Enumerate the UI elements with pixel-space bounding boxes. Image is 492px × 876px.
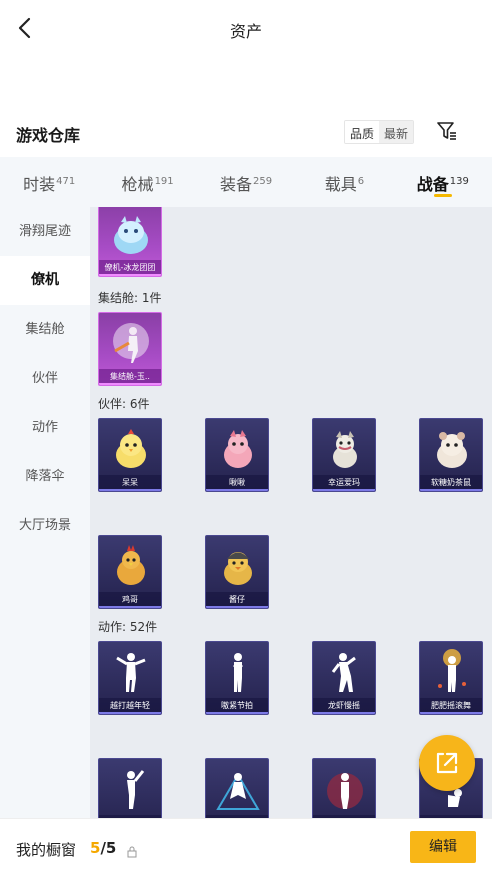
dance-pose-icon <box>216 773 260 810</box>
sidebar-item-glide-trail[interactable]: 滑翔尾迹 <box>0 207 90 256</box>
lock-icon <box>127 843 137 858</box>
showcase-bar: 我的橱窗 5/5 编辑 <box>0 818 492 876</box>
page-title: 资产 <box>229 22 262 41</box>
item-card[interactable]: 集结舱-玉.. <box>98 312 162 386</box>
tab-equipment[interactable]: 装备259 <box>197 157 295 207</box>
showcase-count: 5/5 <box>90 839 117 857</box>
active-tab-indicator <box>433 194 452 197</box>
item-card[interactable]: 啾啾 <box>205 418 269 492</box>
item-card[interactable]: 嗷紧节拍 <box>205 641 269 715</box>
tab-battle-prep[interactable]: 战备139 <box>394 157 492 207</box>
group-label-emote: 动作: 52件 <box>98 620 158 634</box>
rally-pod-icon <box>113 323 149 363</box>
item-card[interactable] <box>98 758 162 818</box>
duck-helmet-icon <box>224 552 252 585</box>
tab-fashion[interactable]: 时装471 <box>0 157 98 207</box>
item-card[interactable]: 龙虾慢摇 <box>312 641 376 715</box>
share-button[interactable] <box>419 735 475 791</box>
tab-vehicles[interactable]: 载具6 <box>295 157 393 207</box>
dance-pose-icon <box>438 649 466 692</box>
edit-button[interactable]: 编辑 <box>410 831 476 863</box>
dance-pose-icon <box>127 770 145 809</box>
item-card[interactable]: 软糖奶茶鼠 <box>419 418 483 492</box>
rooster-icon <box>117 545 145 585</box>
filter-icon[interactable] <box>434 118 460 144</box>
sidebar-item-lobby-scene[interactable]: 大厅场景 <box>0 501 90 550</box>
sidebar-item-emote[interactable]: 动作 <box>0 403 90 452</box>
item-card[interactable] <box>312 758 376 818</box>
category-tabs: 时装471 枪械191 装备259 载具6 战备139 <box>0 157 492 207</box>
sidebar: 滑翔尾迹 僚机 集结舱 伙伴 动作 降落伞 大厅场景 <box>0 207 90 818</box>
sort-toggle: 品质 最新 <box>344 120 415 144</box>
sidebar-item-parachute[interactable]: 降落伞 <box>0 452 90 501</box>
group-label-rally-pod: 集结舱: 1件 <box>98 291 162 305</box>
item-card[interactable]: 幸运爱玛 <box>312 418 376 492</box>
item-card[interactable]: 肥肥摇滚舞 <box>419 641 483 715</box>
lucky-emma-icon <box>333 431 357 468</box>
sidebar-item-companion[interactable]: 伙伴 <box>0 354 90 403</box>
item-card[interactable]: 呆呆 <box>98 418 162 492</box>
sort-quality-button[interactable]: 品质 <box>345 121 380 143</box>
item-card[interactable]: 越打越年轻 <box>98 641 162 715</box>
group-label-companion: 伙伴: 6件 <box>98 397 150 411</box>
item-card[interactable] <box>205 758 269 818</box>
sidebar-item-rally-pod[interactable]: 集结舱 <box>0 305 90 354</box>
dance-pose-icon <box>327 773 363 809</box>
share-icon <box>436 752 458 774</box>
sort-latest-button[interactable]: 最新 <box>379 121 414 143</box>
item-card[interactable]: 僚机-冰龙团团 <box>98 207 162 277</box>
ice-dragon-icon <box>114 216 148 254</box>
chick-icon <box>116 429 146 468</box>
sidebar-item-wingman[interactable]: 僚机 <box>0 256 90 305</box>
pink-bird-icon <box>224 430 252 468</box>
tab-firearms[interactable]: 枪械191 <box>98 157 196 207</box>
item-grid: 僚机-冰龙团团 集结舱: 1件 集结舱-玉.. 伙伴: 6件 呆呆 啾啾 幸运爱… <box>90 207 492 818</box>
item-card[interactable]: 鸡哥 <box>98 535 162 609</box>
hamster-icon <box>437 432 467 468</box>
dance-pose-icon <box>331 653 356 692</box>
item-card[interactable]: 酱仔 <box>205 535 269 609</box>
warehouse-header: 游戏仓库 <box>0 112 492 154</box>
showcase-label: 我的橱窗 <box>16 841 77 859</box>
top-bar: 资产 <box>0 0 492 58</box>
dance-pose-icon <box>233 653 243 692</box>
dance-pose-icon <box>116 653 146 692</box>
warehouse-title: 游戏仓库 <box>16 126 81 145</box>
